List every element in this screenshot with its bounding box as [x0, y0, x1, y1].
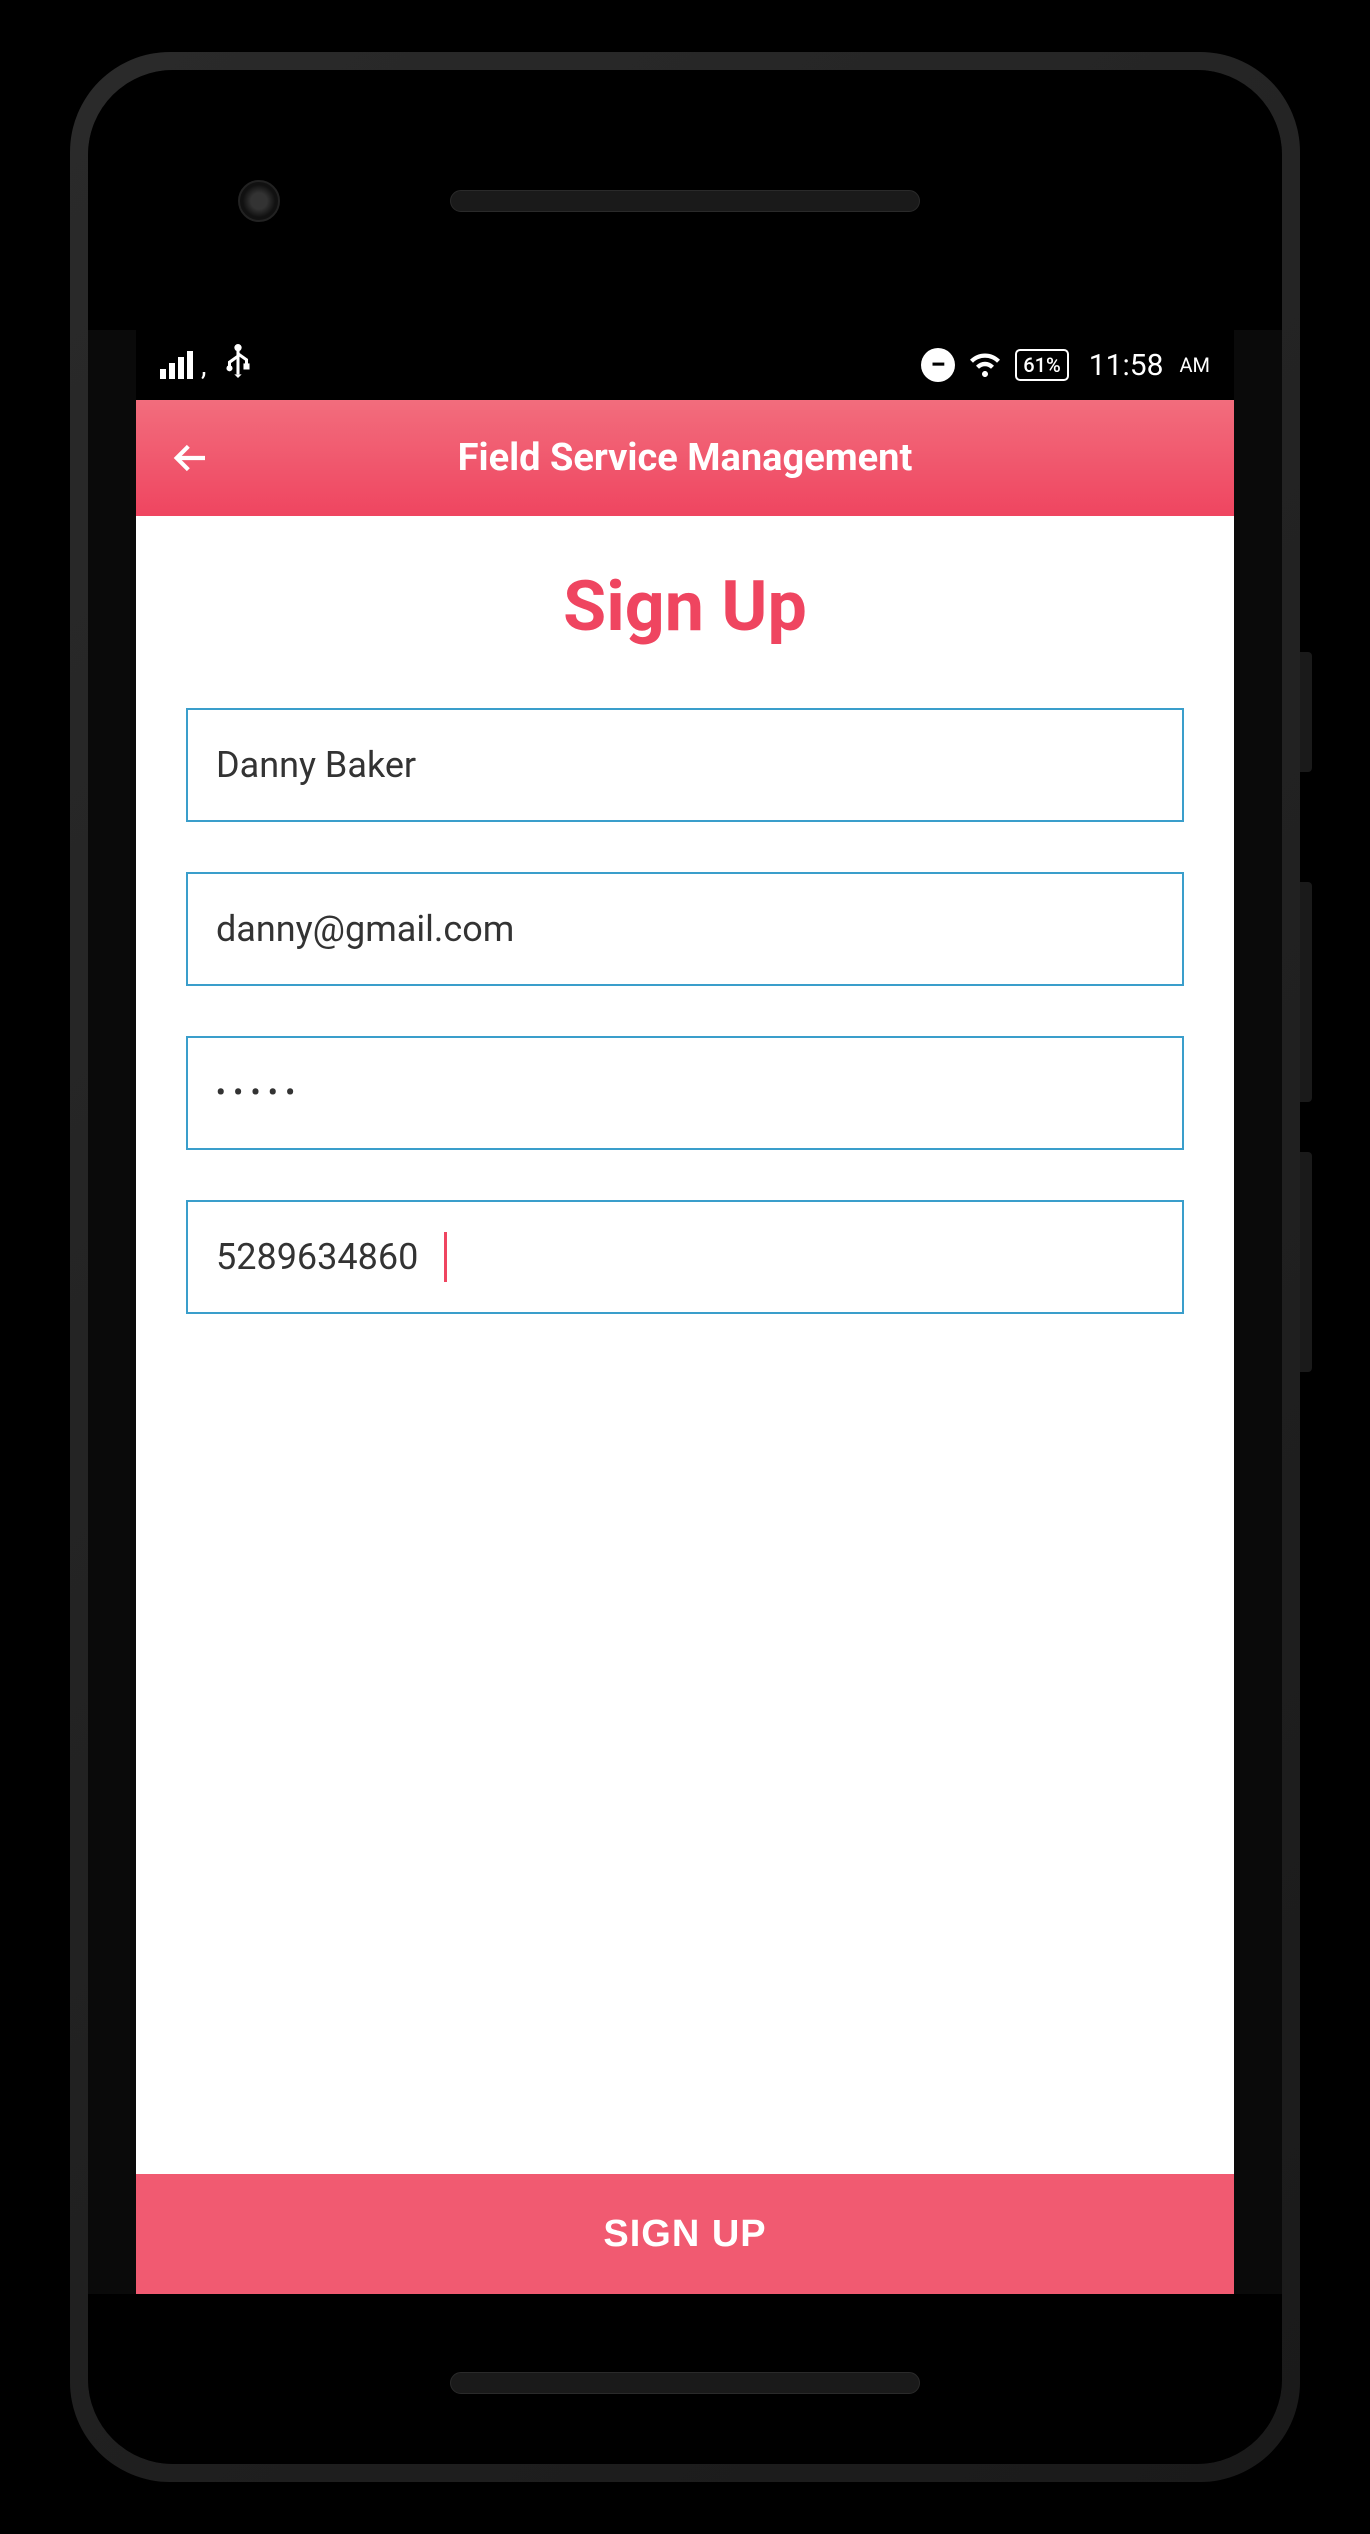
phone-outer-frame: , [70, 52, 1300, 2482]
password-input[interactable] [186, 1036, 1184, 1150]
phone-bezel-top [88, 70, 1282, 330]
signup-button[interactable]: SIGN UP [136, 2174, 1234, 2294]
email-input[interactable] [186, 872, 1184, 986]
status-right: − 61% 11:58 AM [921, 347, 1210, 383]
phone-input[interactable] [186, 1200, 1184, 1314]
do-not-disturb-icon: − [921, 348, 955, 382]
phone-input-wrapper [186, 1200, 1184, 1364]
phone-camera [238, 180, 280, 222]
text-cursor [444, 1232, 447, 1282]
name-input[interactable] [186, 708, 1184, 822]
status-left: , [160, 344, 253, 386]
phone-inner-frame: , [88, 70, 1282, 2464]
phone-volume-down [1300, 1152, 1312, 1372]
status-bar: , [136, 330, 1234, 400]
back-button[interactable] [160, 428, 220, 488]
signup-content: Sign Up SIGN UP [136, 516, 1234, 2294]
phone-mockup: , [0, 0, 1370, 2534]
usb-icon [223, 344, 253, 386]
phone-power-button [1300, 652, 1312, 772]
app-title: Field Service Management [458, 436, 913, 480]
signal-icon [160, 351, 193, 379]
phone-volume-up [1300, 882, 1312, 1102]
clock-ampm: AM [1179, 353, 1210, 377]
phone-speaker [450, 2372, 920, 2394]
battery-indicator: 61% [1015, 349, 1068, 381]
phone-screen: , [136, 330, 1234, 2294]
phone-earpiece [450, 190, 920, 212]
page-heading: Sign Up [186, 566, 1184, 648]
clock-time: 11:58 [1089, 348, 1164, 383]
status-comma: , [201, 349, 207, 382]
phone-bezel-bottom [88, 2294, 1282, 2464]
app-header: Field Service Management [136, 400, 1234, 516]
arrow-left-icon [170, 438, 210, 478]
wifi-icon [967, 347, 1003, 383]
